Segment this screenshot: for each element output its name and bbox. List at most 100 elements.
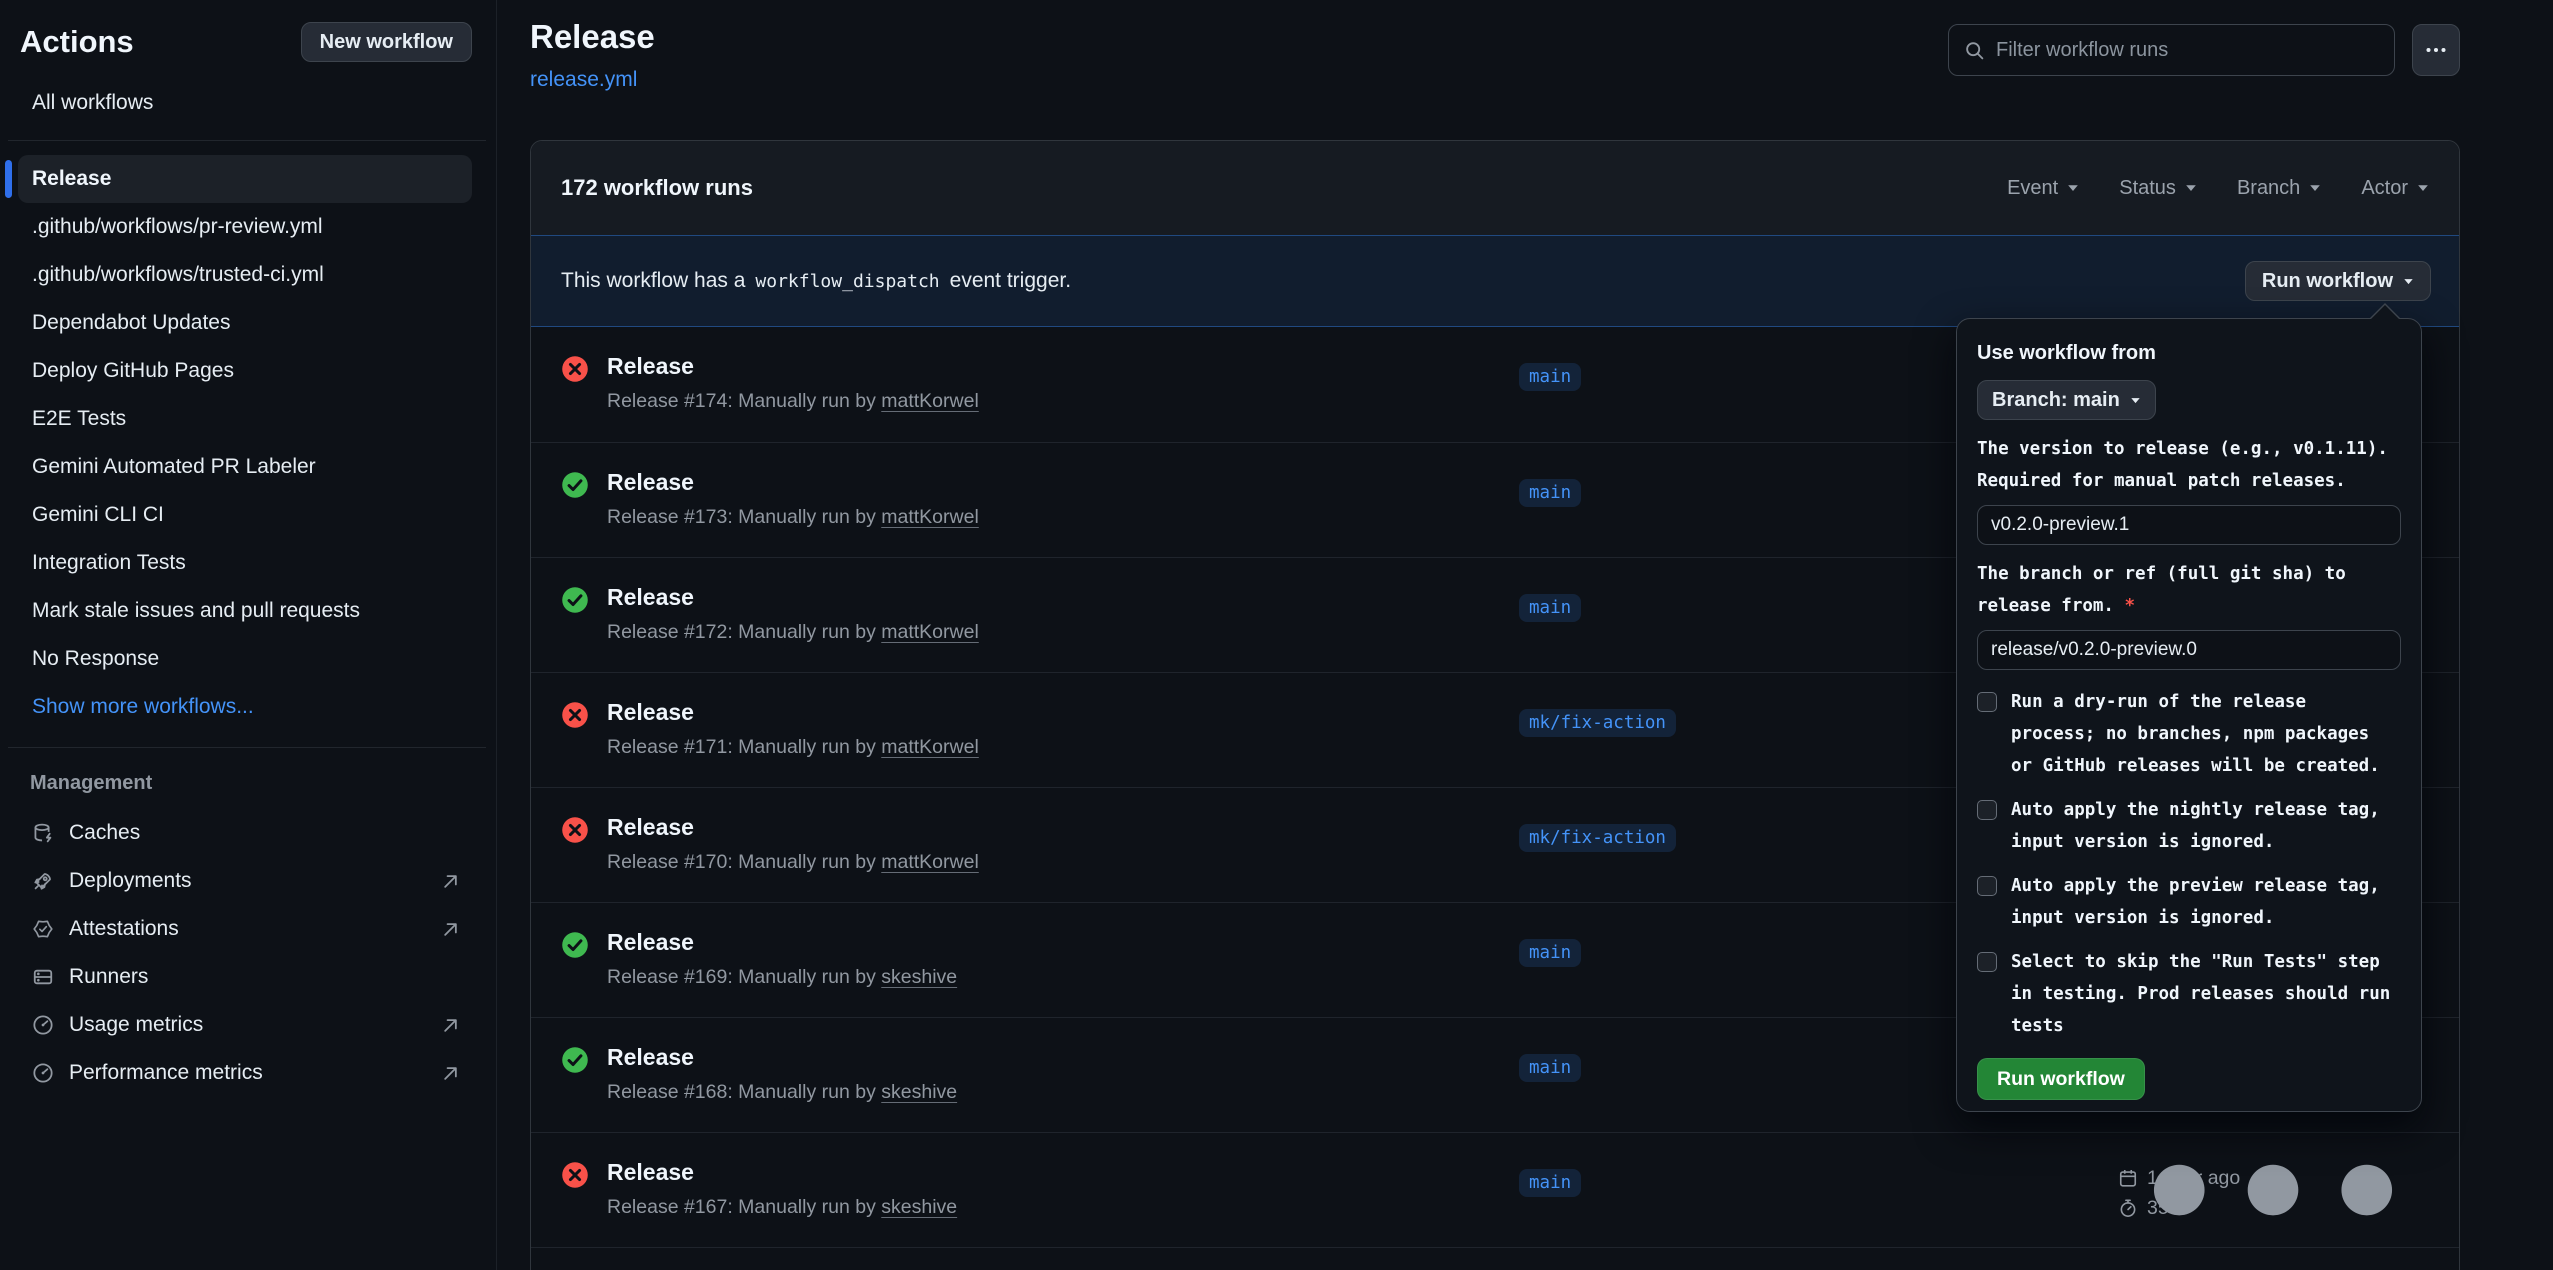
run-title-link[interactable]: Release: [607, 467, 694, 497]
checkbox-row: Auto apply the preview release tag, inpu…: [1977, 870, 2401, 934]
meter-icon: [32, 1014, 54, 1036]
sidebar-workflow-gemini-automated-pr-labeler[interactable]: Gemini Automated PR Labeler: [18, 443, 472, 491]
actor-link[interactable]: mattKorwel: [881, 390, 979, 412]
actor-link[interactable]: mattKorwel: [881, 736, 979, 758]
show-more-workflows-link[interactable]: Show more workflows...: [18, 683, 472, 731]
run-failed-icon: [561, 355, 589, 383]
arrow-up-right-icon: [441, 920, 460, 939]
kebab-horizontal-icon: [2424, 38, 2448, 62]
run-workflow-submit-button[interactable]: Run workflow: [1977, 1058, 2145, 1100]
filter-label: Status: [2119, 177, 2176, 200]
arrow-up-right-icon: [441, 872, 460, 891]
page-title: Release: [530, 16, 655, 58]
workflow-nav: Release.github/workflows/pr-review.yml.g…: [0, 155, 496, 683]
branch-label[interactable]: main: [1519, 479, 1581, 507]
sidebar-workflow-deploy-github-pages[interactable]: Deploy GitHub Pages: [18, 347, 472, 395]
management-item-label: Usage metrics: [69, 1013, 203, 1037]
sidebar-item-runners[interactable]: Runners: [0, 953, 496, 1001]
sidebar-item-caches[interactable]: Caches: [0, 809, 496, 857]
branch-label[interactable]: main: [1519, 1054, 1581, 1082]
runs-filters: Event Status Branch Actor: [2007, 177, 2429, 200]
sidebar-item-performance-metrics[interactable]: Performance metrics: [0, 1049, 496, 1097]
run-success-icon: [561, 471, 589, 499]
checkbox-row: Run a dry-run of the release process; no…: [1977, 686, 2401, 782]
field-input[interactable]: [1977, 630, 2401, 670]
branch-label[interactable]: main: [1519, 1169, 1581, 1197]
branch-label[interactable]: main: [1519, 594, 1581, 622]
sidebar-workflow-integration-tests[interactable]: Integration Tests: [18, 539, 472, 587]
filter-workflow-runs-input[interactable]: [1996, 39, 2379, 62]
selected-indicator: [5, 160, 12, 198]
management-item-label: Attestations: [69, 917, 179, 941]
branch-selector-button[interactable]: Branch: main: [1977, 380, 2156, 420]
sidebar-item-all-workflows[interactable]: All workflows: [18, 82, 472, 124]
branch-label[interactable]: mk/fix-action: [1519, 709, 1676, 737]
management-item-label: Runners: [69, 965, 148, 989]
checkbox[interactable]: [1977, 952, 1997, 972]
actor-link[interactable]: skeshive: [881, 1081, 957, 1103]
actor-link[interactable]: mattKorwel: [881, 851, 979, 873]
sidebar-workflow-github-workflows-pr-review-yml[interactable]: .github/workflows/pr-review.yml: [18, 203, 472, 251]
search-icon: [1964, 40, 1985, 61]
branch-label[interactable]: main: [1519, 939, 1581, 967]
sidebar-workflow-dependabot-updates[interactable]: Dependabot Updates: [18, 299, 472, 347]
run-failed-icon: [561, 701, 589, 729]
branch-label[interactable]: mk/fix-action: [1519, 824, 1676, 852]
run-failed-icon: [561, 816, 589, 844]
rocket-icon: [32, 870, 54, 892]
actor-link[interactable]: mattKorwel: [881, 506, 979, 528]
sidebar-workflow-label: Gemini CLI CI: [32, 503, 164, 527]
filter-label: Event: [2007, 177, 2058, 200]
sidebar-workflow-no-response[interactable]: No Response: [18, 635, 472, 683]
workflow-options-button[interactable]: [2412, 24, 2460, 76]
actor-link[interactable]: mattKorwel: [881, 621, 979, 643]
sidebar-workflow-e2e-tests[interactable]: E2E Tests: [18, 395, 472, 443]
run-description: Release #170: Manually run by mattKorwel: [607, 848, 979, 876]
new-workflow-button[interactable]: New workflow: [301, 22, 472, 62]
run-title-link[interactable]: Release: [607, 697, 694, 727]
checkbox[interactable]: [1977, 692, 1997, 712]
cache-icon: [32, 822, 54, 844]
field-input[interactable]: [1977, 505, 2401, 545]
run-description: Release #172: Manually run by mattKorwel: [607, 618, 979, 646]
run-title-link[interactable]: Release: [607, 927, 694, 957]
server-icon: [32, 966, 54, 988]
run-title-link[interactable]: Release: [607, 1157, 694, 1187]
run-success-icon: [561, 586, 589, 614]
popover-title: Use workflow from: [1977, 341, 2401, 365]
sidebar-divider: [8, 140, 486, 141]
caret-down-icon: [2067, 184, 2079, 192]
sidebar-workflow-release[interactable]: Release: [18, 155, 472, 203]
checkbox-label: Auto apply the nightly release tag, inpu…: [2011, 794, 2393, 858]
filter-branch-button[interactable]: Branch: [2237, 177, 2321, 200]
verified-icon: [32, 918, 54, 940]
checkbox[interactable]: [1977, 876, 1997, 896]
checkbox-row: Select to skip the "Run Tests" step in t…: [1977, 946, 2401, 1042]
sidebar-workflow-gemini-cli-ci[interactable]: Gemini CLI CI: [18, 491, 472, 539]
meter-icon: [32, 1062, 54, 1084]
sidebar-workflow-github-workflows-trusted-ci-yml[interactable]: .github/workflows/trusted-ci.yml: [18, 251, 472, 299]
sidebar-workflow-mark-stale-issues-and-pull-requests[interactable]: Mark stale issues and pull requests: [18, 587, 472, 635]
checkbox[interactable]: [1977, 800, 1997, 820]
sidebar-workflow-label: Integration Tests: [32, 551, 186, 575]
run-title-link[interactable]: Release: [607, 812, 694, 842]
management-section-label: Management: [30, 770, 496, 796]
filter-actor-button[interactable]: Actor: [2361, 177, 2429, 200]
sidebar-item-attestations[interactable]: Attestations: [0, 905, 496, 953]
run-title-link[interactable]: Release: [607, 582, 694, 612]
sidebar-workflow-label: E2E Tests: [32, 407, 126, 431]
branch-label[interactable]: main: [1519, 363, 1581, 391]
sidebar-item-usage-metrics[interactable]: Usage metrics: [0, 1001, 496, 1049]
sidebar-workflow-label: No Response: [32, 647, 159, 671]
sidebar-item-deployments[interactable]: Deployments: [0, 857, 496, 905]
actor-link[interactable]: skeshive: [881, 966, 957, 988]
run-title-link[interactable]: Release: [607, 351, 694, 381]
run-description: Release #171: Manually run by mattKorwel: [607, 733, 979, 761]
filter-status-button[interactable]: Status: [2119, 177, 2197, 200]
run-description: Release #173: Manually run by mattKorwel: [607, 503, 979, 531]
actor-link[interactable]: skeshive: [881, 1196, 957, 1218]
run-title-link[interactable]: Release: [607, 1042, 694, 1072]
checkbox-label: Run a dry-run of the release process; no…: [2011, 686, 2393, 782]
workflow-file-link[interactable]: release.yml: [530, 66, 637, 94]
filter-event-button[interactable]: Event: [2007, 177, 2079, 200]
